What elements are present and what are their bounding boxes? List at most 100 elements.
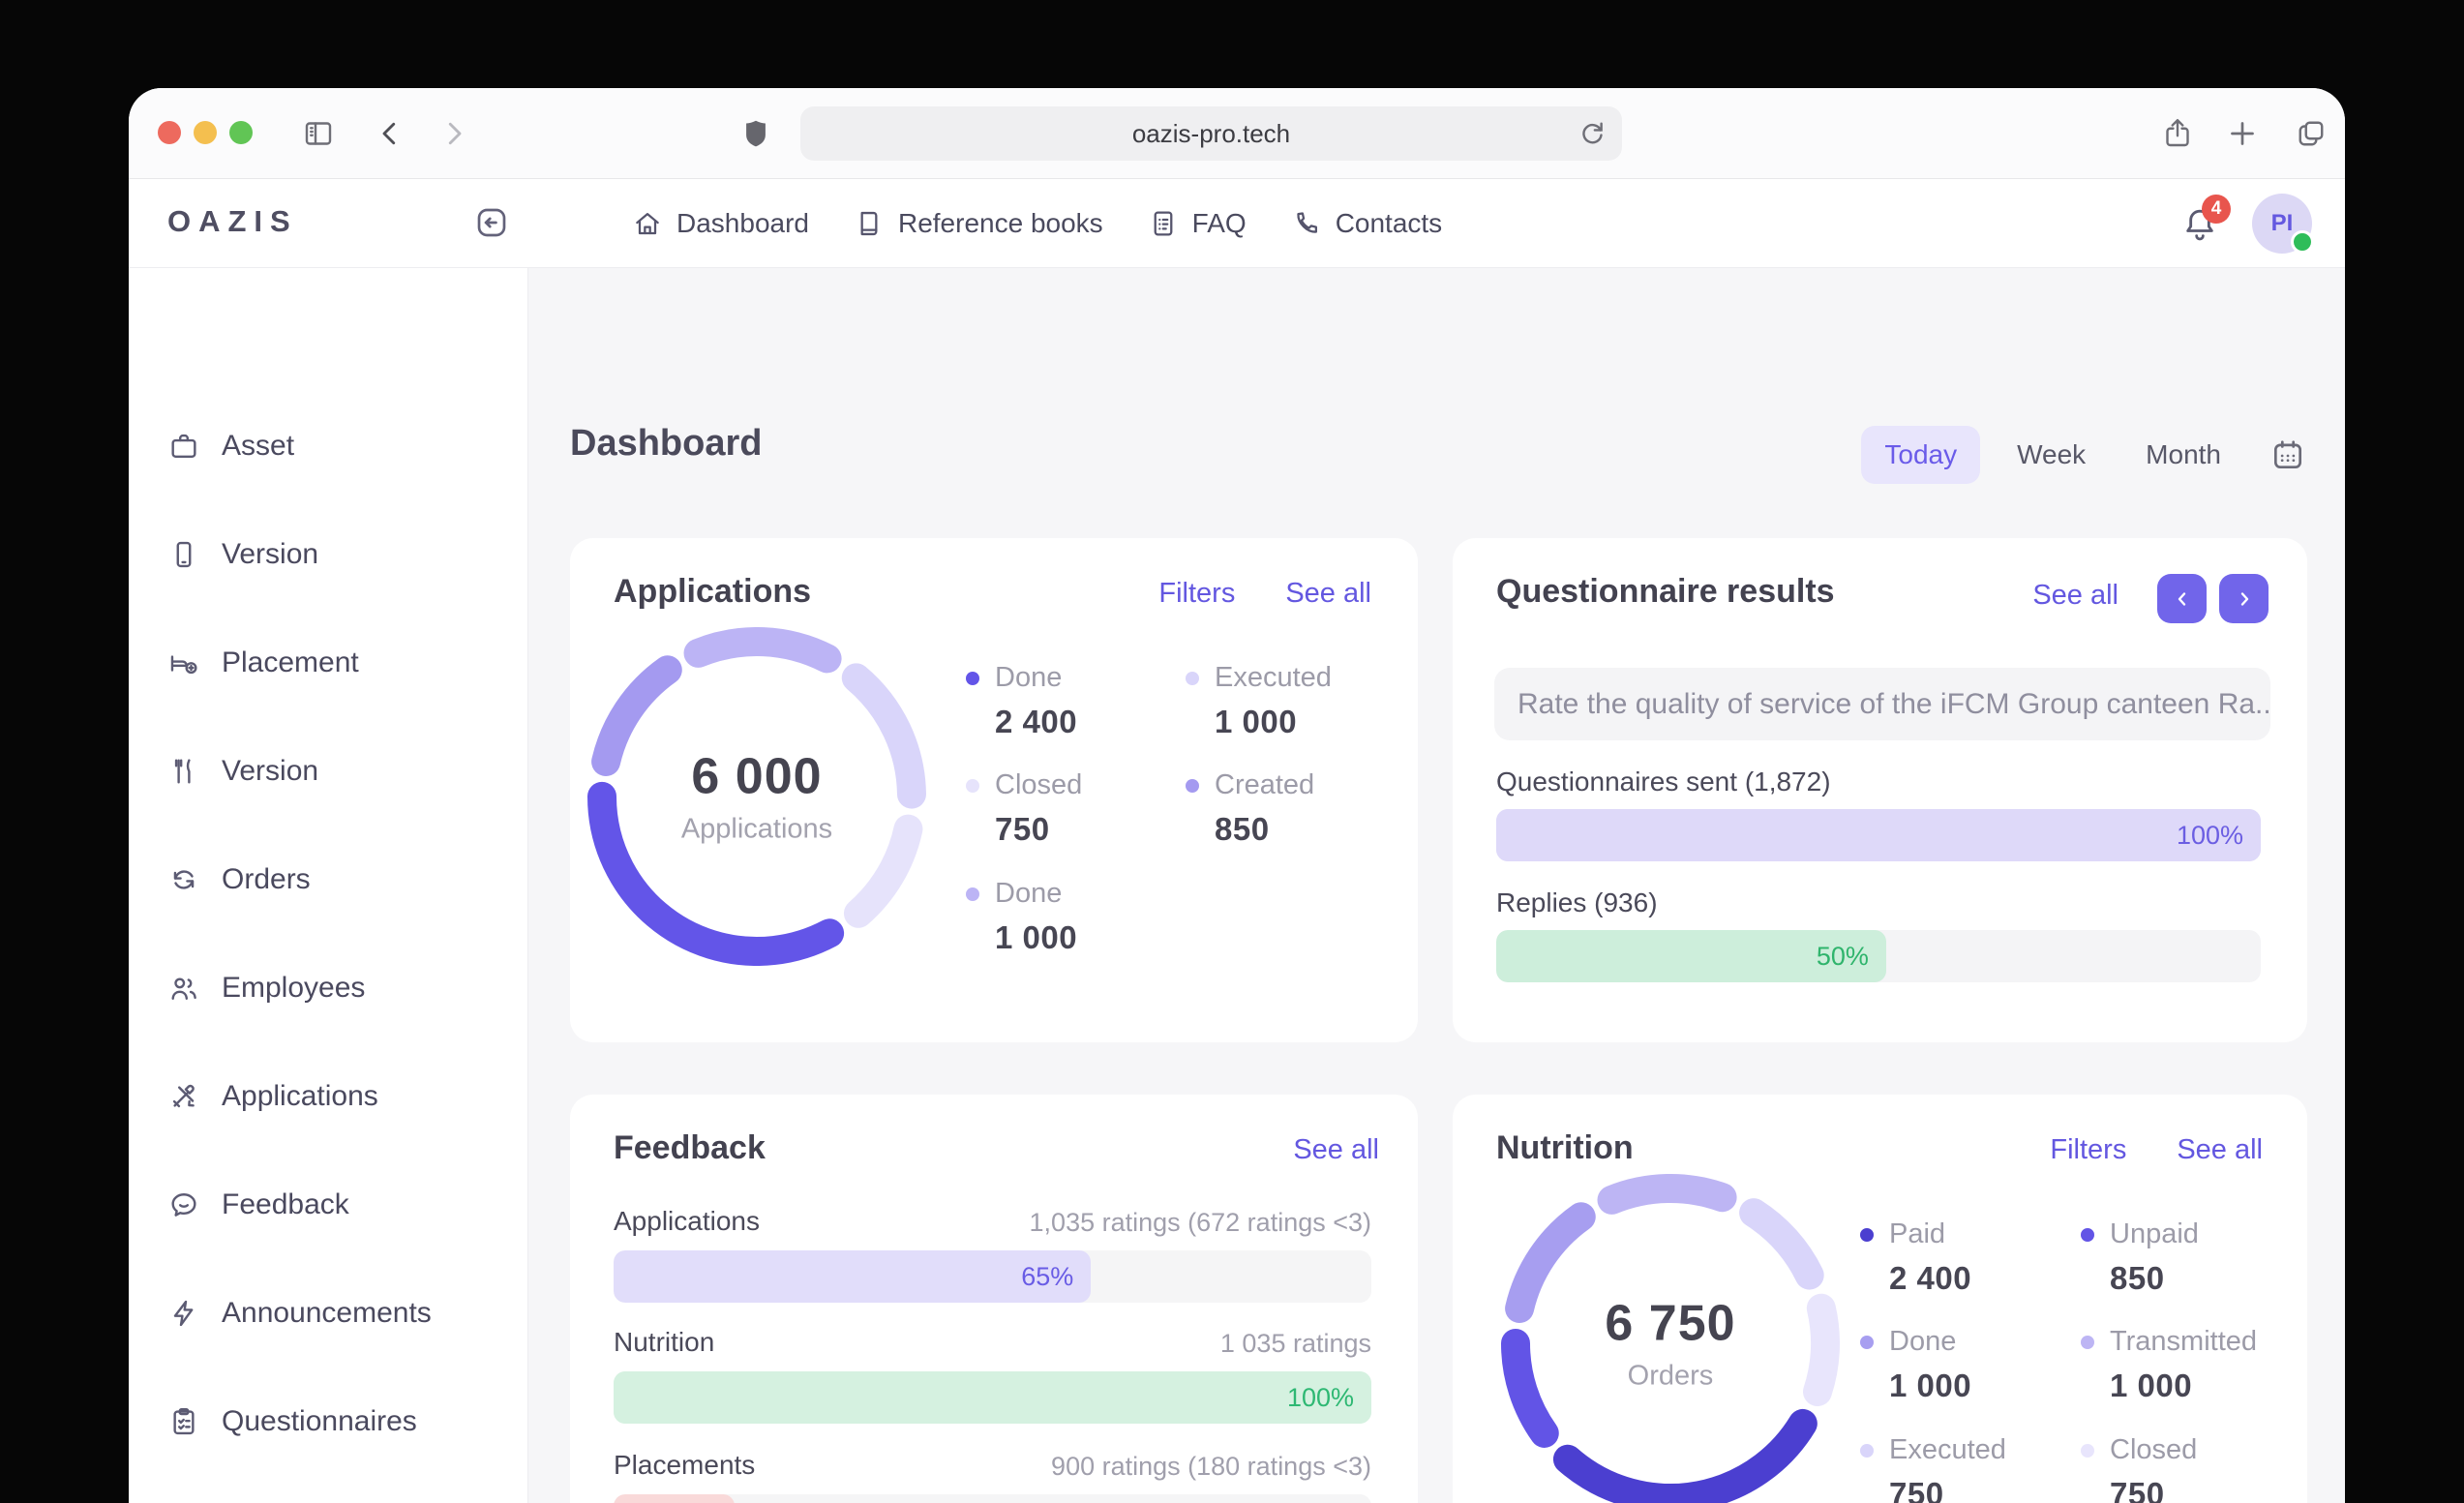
tab-overview-icon[interactable] — [2294, 116, 2329, 151]
legend-dot — [966, 672, 979, 685]
donut-center-text: 6 000 Applications — [681, 748, 832, 846]
progress-fill: 100% — [614, 1371, 1371, 1424]
users-icon — [167, 972, 200, 1005]
legend-dot — [1860, 1336, 1874, 1349]
forward-button[interactable] — [436, 116, 471, 151]
sidebar-item-asset[interactable]: Asset — [129, 392, 527, 500]
legend-item: Paid 2 400 — [1860, 1218, 1971, 1297]
progress-percent: 100% — [1287, 1371, 1354, 1424]
progress-fill: 20% — [614, 1494, 735, 1503]
period-tab-week[interactable]: Week — [1994, 426, 2109, 484]
progress-percent: 50% — [1817, 930, 1869, 982]
sidebar-item-orders[interactable]: Orders — [129, 826, 527, 934]
nav-item-contacts[interactable]: Contacts — [1291, 208, 1443, 239]
nav-item-dashboard[interactable]: Dashboard — [632, 208, 809, 239]
see-all-link[interactable]: See all — [2177, 1134, 2263, 1166]
main-content: Dashboard Today Week Month Applications — [528, 268, 2345, 1503]
sidebar-item-version[interactable]: Version — [129, 500, 527, 609]
progress-fill: 50% — [1496, 930, 1886, 982]
sidebar-item-feedback[interactable]: Feedback — [129, 1151, 527, 1259]
online-status-dot — [2291, 230, 2314, 254]
filters-link[interactable]: Filters — [2050, 1134, 2126, 1166]
progress-fill: 100% — [1496, 809, 2261, 861]
app-header: OAZIS Dashboard Reference books — [129, 179, 2345, 268]
legend-item: Done 1 000 — [966, 878, 1077, 956]
progress-track: 100% — [1496, 809, 2261, 861]
bar-label: Questionnaires sent (1,872) — [1496, 767, 1831, 797]
sidebar-item-announcements[interactable]: Announcements — [129, 1259, 527, 1368]
back-button[interactable] — [373, 116, 407, 151]
reload-icon[interactable] — [1576, 116, 1608, 154]
sidebar-item-placement[interactable]: Placement — [129, 609, 527, 717]
app-logo[interactable]: OAZIS — [167, 204, 298, 239]
browser-window: oazis-pro.tech OAZIS — [129, 88, 2345, 1503]
close-window-button[interactable] — [158, 121, 181, 144]
refresh-icon — [167, 863, 200, 896]
legend-dot — [966, 779, 979, 793]
header-right: 4 PI — [2180, 179, 2312, 267]
legend-dot — [966, 887, 979, 901]
privacy-shield-icon[interactable] — [738, 116, 773, 151]
new-tab-icon[interactable] — [2225, 116, 2260, 151]
clipboard-check-icon — [167, 1405, 200, 1438]
share-icon[interactable] — [2160, 116, 2195, 151]
progress-track: 100% — [614, 1371, 1371, 1424]
nav-item-faq[interactable]: FAQ — [1148, 208, 1247, 239]
see-all-link[interactable]: See all — [2032, 580, 2118, 612]
book-icon — [854, 208, 885, 239]
minimize-window-button[interactable] — [194, 121, 217, 144]
avatar[interactable]: PI — [2252, 194, 2312, 254]
collapse-sidebar-icon[interactable] — [473, 204, 510, 241]
progress-percent: 20% — [665, 1494, 717, 1503]
nutrition-card: Nutrition Filters See all 6 750 Orders P… — [1453, 1095, 2307, 1503]
nav-item-reference-books[interactable]: Reference books — [854, 208, 1103, 239]
see-all-link[interactable]: See all — [1293, 1134, 1379, 1166]
filters-link[interactable]: Filters — [1158, 578, 1235, 610]
legend-item: Transmitted 1 000 — [2081, 1326, 2257, 1404]
bar-label: Replies (936) — [1496, 887, 1658, 918]
legend-item: Done 1 000 — [1860, 1326, 1971, 1404]
legend-dot — [2081, 1228, 2094, 1242]
card-title: Feedback — [614, 1129, 766, 1167]
progress-percent: 65% — [1021, 1250, 1073, 1303]
avatar-initials: PI — [2271, 210, 2294, 237]
sidebar-item-questionnaires[interactable]: Questionnaires — [129, 1368, 527, 1476]
sidebar-item-version-2[interactable]: Version — [129, 717, 527, 826]
sidebar-item-employees[interactable]: Employees — [129, 934, 527, 1042]
cutlery-icon — [167, 755, 200, 788]
card-title: Applications — [614, 573, 811, 611]
see-all-link[interactable]: See all — [1285, 578, 1371, 610]
nav-label: Contacts — [1336, 208, 1443, 239]
questionnaire-results-card: Questionnaire results See all Rate the q… — [1453, 538, 2307, 1042]
legend-item: Closed 750 — [2081, 1434, 2197, 1503]
chat-bubble-icon — [167, 1188, 200, 1221]
next-questionnaire-button[interactable] — [2219, 574, 2269, 623]
legend-dot — [1186, 672, 1199, 685]
questionnaire-question-field[interactable]: Rate the quality of service of the iFCM … — [1494, 668, 2270, 740]
legend-item: Closed 750 — [966, 769, 1082, 848]
legend-item: Executed 1 000 — [1186, 662, 1332, 740]
legend-dot — [1860, 1228, 1874, 1242]
card-title: Questionnaire results — [1496, 573, 1835, 611]
progress-track: 50% — [1496, 930, 2261, 982]
card-title: Nutrition — [1496, 1129, 1634, 1167]
tools-icon — [167, 1080, 200, 1113]
prev-questionnaire-button[interactable] — [2157, 574, 2207, 623]
notifications-button[interactable]: 4 — [2180, 204, 2219, 243]
sidebar-toggle-icon[interactable] — [301, 116, 336, 151]
nav-label: Dashboard — [676, 208, 809, 239]
period-tab-today[interactable]: Today — [1861, 426, 1980, 484]
home-icon — [632, 208, 663, 239]
zoom-window-button[interactable] — [229, 121, 253, 144]
address-bar[interactable]: oazis-pro.tech — [800, 106, 1622, 161]
screenshot-stage: oazis-pro.tech OAZIS — [0, 0, 2464, 1503]
faq-document-icon — [1148, 208, 1179, 239]
feedback-row-label: Placements — [614, 1450, 755, 1481]
sidebar-item-applications[interactable]: Applications — [129, 1042, 527, 1151]
legend-dot — [1186, 779, 1199, 793]
nav-label: FAQ — [1192, 208, 1247, 239]
browser-toolbar: oazis-pro.tech — [129, 88, 2345, 179]
calendar-icon[interactable] — [2269, 436, 2306, 473]
legend-dot — [2081, 1444, 2094, 1458]
period-tab-month[interactable]: Month — [2122, 426, 2244, 484]
